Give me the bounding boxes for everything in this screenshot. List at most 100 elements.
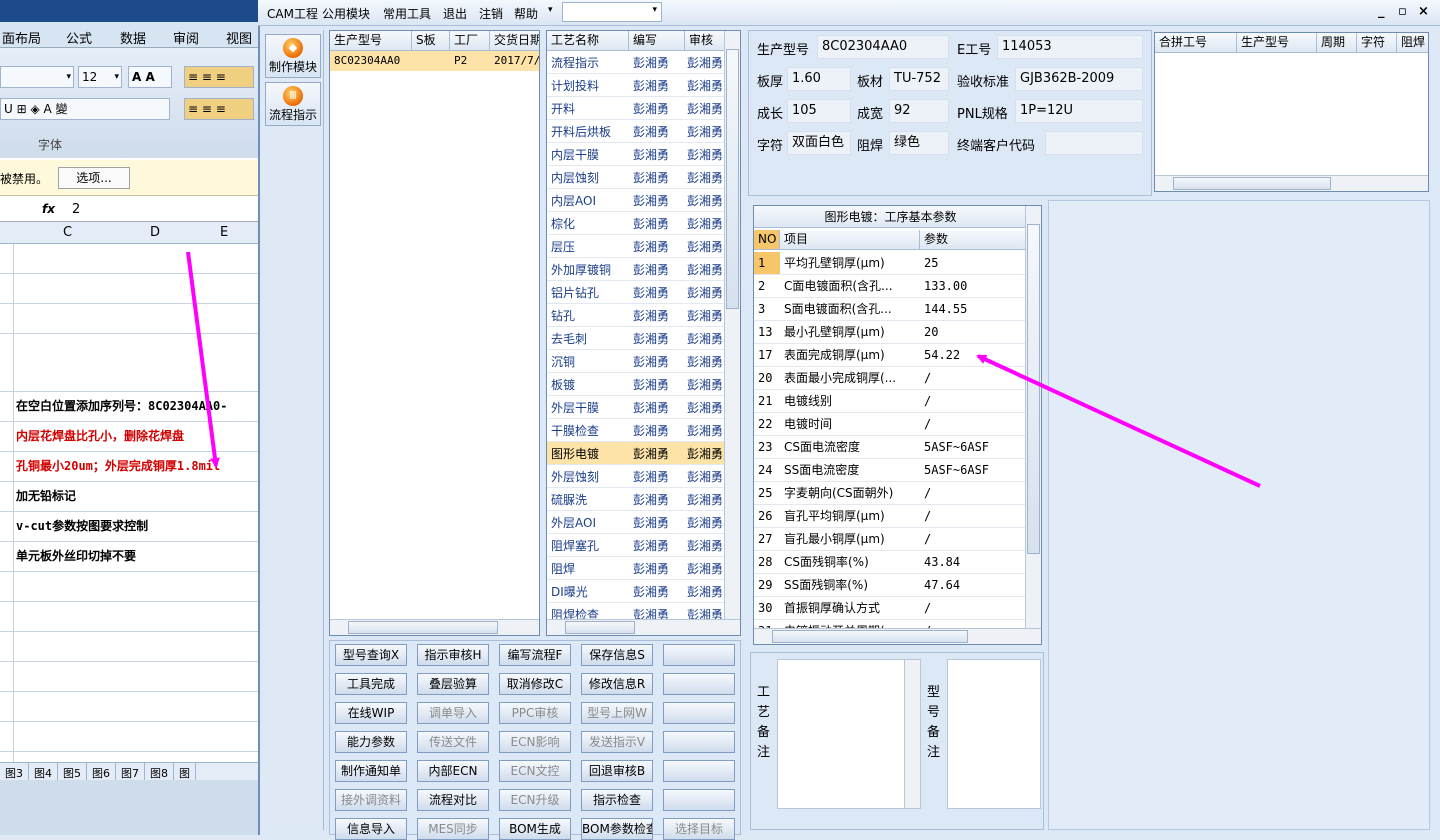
sheet-row[interactable]: 单元板外丝印切掉不要 <box>0 542 258 572</box>
action-button[interactable]: 制作通知单 <box>335 760 407 782</box>
action-button[interactable]: 在线WIP <box>335 702 407 724</box>
table-row[interactable]: 3 S面电镀面积(含孔... 144.55 <box>754 298 1027 321</box>
table-row[interactable]: 去毛刺 彭湘勇 彭湘勇 <box>547 327 726 350</box>
model-header-s-board[interactable]: S板 <box>412 31 450 51</box>
menu-common-modules[interactable]: 公用模块 <box>322 5 370 22</box>
action-button[interactable]: 发送指示V <box>581 731 653 753</box>
process-header-reviewer[interactable]: 审核 <box>685 31 727 51</box>
sheet-row[interactable] <box>0 602 258 632</box>
field-e-number[interactable]: 114053 <box>997 35 1143 59</box>
action-button[interactable] <box>663 760 735 782</box>
action-button[interactable] <box>663 702 735 724</box>
table-row[interactable]: DI曝光 彭湘勇 彭湘勇 <box>547 580 726 603</box>
scroll-thumb[interactable] <box>1173 177 1331 190</box>
align-top-buttons[interactable]: ≡ ≡ ≡ <box>184 66 254 88</box>
excel-tab-page-layout[interactable]: 面布局 <box>2 28 41 47</box>
action-button[interactable]: 接外调资料 <box>335 789 407 811</box>
font-size-combo[interactable]: 12 ▾ <box>78 66 122 88</box>
table-row[interactable]: 阻焊 彭湘勇 彭湘勇 <box>547 557 726 580</box>
sheet-tab[interactable]: 图4 <box>29 763 58 780</box>
table-row[interactable]: 图形电镀 彭湘勇 彭湘勇 <box>547 442 726 465</box>
scroll-thumb[interactable] <box>348 621 498 634</box>
action-button[interactable]: ECN升级 <box>499 789 571 811</box>
table-row[interactable]: 26 盲孔平均铜厚(μm) / <box>754 505 1027 528</box>
process-header-writer[interactable]: 编写 <box>629 31 685 51</box>
menu-exit[interactable]: 退出 <box>443 5 467 22</box>
table-row[interactable]: 层压 彭湘勇 彭湘勇 <box>547 235 726 258</box>
sheet-row[interactable] <box>0 304 258 334</box>
table-row[interactable]: 21 电镀线别 / <box>754 390 1027 413</box>
scroll-thumb[interactable] <box>772 630 968 643</box>
table-row[interactable]: 沉铜 彭湘勇 彭湘勇 <box>547 350 726 373</box>
table-row[interactable]: 开料 彭湘勇 彭湘勇 <box>547 97 726 120</box>
field-production-model[interactable]: 8C02304AA0 <box>817 35 949 59</box>
action-button[interactable]: 流程对比 <box>417 789 489 811</box>
sheet-row[interactable] <box>0 244 258 274</box>
model-header-factory[interactable]: 工厂 <box>450 31 490 51</box>
sheet-row[interactable] <box>0 274 258 304</box>
field-end-customer-code[interactable] <box>1045 131 1143 155</box>
table-row[interactable]: 计划投料 彭湘勇 彭湘勇 <box>547 74 726 97</box>
table-row[interactable]: 外层AOI 彭湘勇 彭湘勇 <box>547 511 726 534</box>
menu-overflow-icon[interactable]: ▾ <box>548 5 553 15</box>
excel-tab-view[interactable]: 视图 <box>226 28 252 47</box>
table-row[interactable]: 内层干膜 彭湘勇 彭湘勇 <box>547 143 726 166</box>
sheet-row[interactable]: v-cut参数按图要求控制 <box>0 512 258 542</box>
table-row[interactable]: 外层蚀刻 彭湘勇 彭湘勇 <box>547 465 726 488</box>
field-solder-mask[interactable]: 绿色 <box>889 131 949 155</box>
sheet-tab[interactable]: 图6 <box>87 763 116 780</box>
options-button[interactable]: 选项... <box>58 167 130 189</box>
column-header-c[interactable]: C <box>63 225 72 240</box>
table-row[interactable]: 棕化 彭湘勇 彭湘勇 <box>547 212 726 235</box>
table-row[interactable]: 钻孔 彭湘勇 彭湘勇 <box>547 304 726 327</box>
field-finished-length[interactable]: 105 <box>787 99 851 123</box>
process-header-name[interactable]: 工艺名称 <box>547 31 629 51</box>
sheet-row[interactable] <box>0 692 258 722</box>
sheet-tab[interactable]: 图8 <box>145 763 174 780</box>
menu-cam-project[interactable]: CAM工程 <box>267 5 318 22</box>
merge-header-job-no[interactable]: 合拼工号 <box>1155 33 1237 53</box>
align-buttons[interactable]: ≡ ≡ ≡ <box>184 98 254 120</box>
action-button[interactable]: 工具完成 <box>335 673 407 695</box>
table-row[interactable]: 开料后烘板 彭湘勇 彭湘勇 <box>547 120 726 143</box>
table-row[interactable]: 2 C面电镀面积(含孔... 133.00 <box>754 275 1027 298</box>
excel-tab-formulas[interactable]: 公式 <box>66 28 92 47</box>
action-button[interactable]: 修改信息R <box>581 673 653 695</box>
excel-tab-review[interactable]: 审阅 <box>173 28 199 47</box>
field-board-thickness[interactable]: 1.60 <box>787 67 851 91</box>
sheet-row[interactable] <box>0 334 258 392</box>
action-button[interactable]: ECN影响 <box>499 731 571 753</box>
close-button[interactable]: × <box>1418 4 1429 19</box>
field-pnl-spec[interactable]: 1P=12U <box>1015 99 1143 123</box>
table-row[interactable]: 30 首振铜厚确认方式 / <box>754 597 1027 620</box>
merge-header-silkscreen[interactable]: 字符 <box>1357 33 1397 53</box>
table-row[interactable]: 干膜检查 彭湘勇 彭湘勇 <box>547 419 726 442</box>
field-silkscreen[interactable]: 双面白色 <box>787 131 851 155</box>
font-format-buttons[interactable]: U ⊞ ◈ A 變 <box>0 98 170 120</box>
column-header-d[interactable]: D <box>150 225 160 240</box>
param-grid-hscroll[interactable] <box>754 628 1041 644</box>
sheet-row[interactable] <box>0 632 258 662</box>
process-remark-textarea[interactable] <box>777 659 921 809</box>
sheet-row[interactable] <box>0 722 258 752</box>
action-button[interactable] <box>663 673 735 695</box>
action-button[interactable]: 取消修改C <box>499 673 571 695</box>
action-button[interactable]: 信息导入 <box>335 818 407 840</box>
process-grid-hscroll[interactable] <box>547 619 740 635</box>
sheet-tab[interactable]: 图7 <box>116 763 145 780</box>
sheet-row[interactable]: 在空白位置添加序列号：8C02304AA0- <box>0 392 258 422</box>
table-row[interactable]: 8C02304AA0 P2 2017/7/ <box>330 51 539 71</box>
action-button[interactable]: BOM生成 <box>499 818 571 840</box>
action-button[interactable]: 指示检查 <box>581 789 653 811</box>
action-button[interactable]: MES同步 <box>417 818 489 840</box>
menu-combo-box[interactable]: ▾ <box>562 2 662 22</box>
model-grid-hscroll[interactable] <box>330 619 539 635</box>
param-grid-vscroll[interactable] <box>1025 206 1041 630</box>
table-row[interactable]: 1 平均孔壁铜厚(μm) 25 <box>754 252 1027 275</box>
sheet-row[interactable] <box>0 662 258 692</box>
action-button[interactable]: ECN文控 <box>499 760 571 782</box>
table-row[interactable]: 板镀 彭湘勇 彭湘勇 <box>547 373 726 396</box>
sheet-row[interactable] <box>0 572 258 602</box>
action-button[interactable]: PPC审核 <box>499 702 571 724</box>
action-button[interactable]: 型号上网W <box>581 702 653 724</box>
